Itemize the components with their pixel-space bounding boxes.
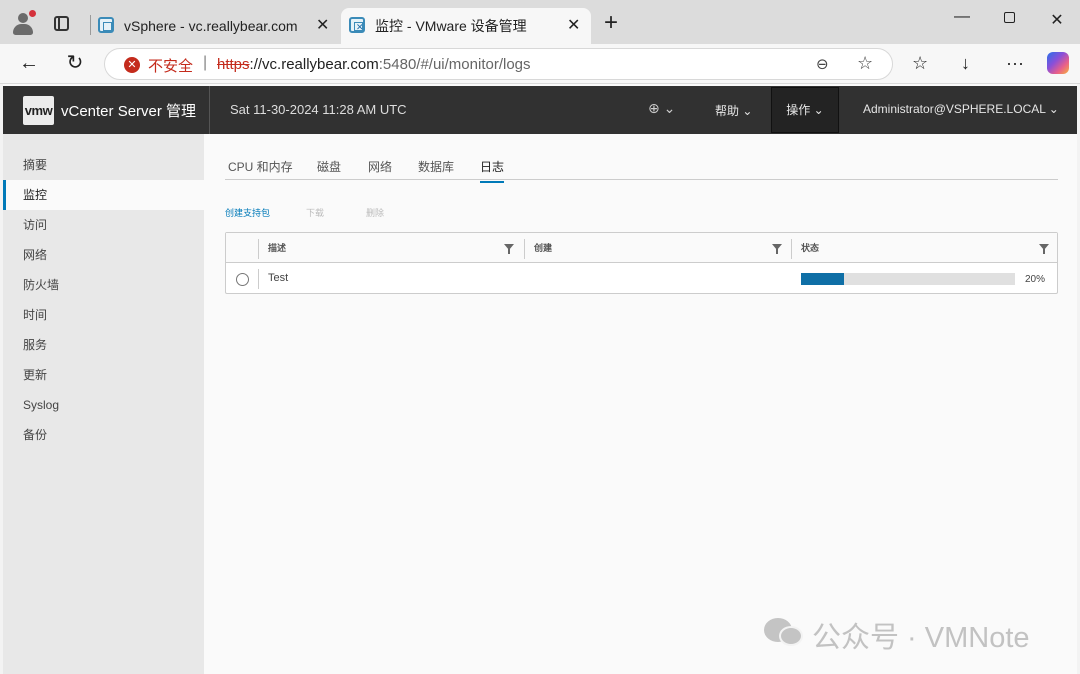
copilot-icon[interactable]: [1047, 52, 1069, 74]
security-label[interactable]: 不安全: [148, 55, 193, 76]
monitor-tabs: CPU 和内存 磁盘 网络 数据库 日志: [225, 150, 1058, 183]
chevron-down-icon: ⌄: [1045, 102, 1059, 116]
profile-icon[interactable]: [10, 10, 36, 36]
url-protocol: https: [217, 56, 250, 73]
address-bar[interactable]: ✕ 不安全 | https://vc.reallybear.com:5480/#…: [104, 48, 893, 80]
filter-icon[interactable]: [1039, 244, 1049, 254]
browser-tab-title: 监控 - VMware 设备管理: [375, 18, 527, 34]
chevron-down-icon: ⌄: [739, 104, 753, 118]
browser-toolbar: ← ↻ ✕ 不安全 | https://vc.reallybear.com:54…: [0, 44, 1080, 84]
browser-tab-title: vSphere - vc.reallybear.com - 摘要: [124, 18, 302, 34]
user-menu[interactable]: Administrator@VSPHERE.LOCAL ⌄: [863, 102, 1059, 116]
actions-menu-label: 操作: [786, 103, 811, 117]
sidebar-item-network[interactable]: 网络: [3, 240, 204, 270]
sidebar-item-update[interactable]: 更新: [3, 360, 204, 390]
download-button[interactable]: 下载: [306, 206, 324, 219]
address-separator: |: [203, 54, 208, 71]
url-path: :5480/#/ui/monitor/logs: [378, 56, 531, 73]
actions-menu[interactable]: 操作 ⌄: [771, 87, 839, 133]
header-datetime: Sat 11-30-2024 11:28 AM UTC: [230, 102, 407, 117]
favorites-list-icon[interactable]: ☆: [912, 53, 928, 73]
not-secure-icon[interactable]: ✕: [124, 57, 140, 73]
help-menu[interactable]: 帮助 ⌄: [715, 102, 752, 119]
sidebar-item-summary[interactable]: 摘要: [3, 150, 204, 180]
watermark: 公众号 · VMNote: [764, 612, 1064, 654]
column-divider: [258, 269, 259, 289]
app-title: vCenter Server 管理: [61, 103, 197, 120]
vsphere-favicon-icon: [98, 17, 114, 33]
sidebar-item-syslog[interactable]: Syslog: [3, 390, 204, 420]
sidebar-item-firewall[interactable]: 防火墙: [3, 270, 204, 300]
browser-tab-strip: vSphere - vc.reallybear.com - 摘要 ✕ 监控 - …: [0, 0, 1080, 44]
sidebar-item-monitor[interactable]: 监控: [3, 180, 204, 210]
row-select-radio[interactable]: [236, 273, 249, 286]
sidebar-item-services[interactable]: 服务: [3, 330, 204, 360]
create-support-bundle-button[interactable]: 创建支持包: [225, 206, 270, 219]
row-description: Test: [268, 272, 289, 284]
close-tab-icon[interactable]: ✕: [567, 15, 580, 35]
watermark-text: 公众号 · VMNote: [812, 622, 1030, 654]
tab-cpu-memory[interactable]: CPU 和内存: [228, 158, 293, 181]
delete-button[interactable]: 删除: [366, 206, 384, 219]
column-divider: [258, 239, 259, 259]
sidebar-nav: 摘要 监控 访问 网络 防火墙 时间 服务 更新 Syslog 备份: [3, 134, 204, 674]
back-arrow-icon[interactable]: ←: [17, 52, 41, 74]
column-header-status[interactable]: 状态: [801, 241, 819, 254]
language-globe-icon[interactable]: ⊕ ⌄: [648, 100, 675, 117]
column-divider: [791, 239, 792, 259]
help-menu-label: 帮助: [715, 104, 740, 118]
maximize-icon[interactable]: [999, 10, 1019, 28]
app-header: vmw vCenter Server 管理 Sat 11-30-2024 11:…: [3, 86, 1077, 134]
tab-database[interactable]: 数据库: [418, 158, 454, 181]
header-divider: [209, 86, 210, 134]
minimize-icon[interactable]: —: [952, 8, 972, 26]
sidebar-item-time[interactable]: 时间: [3, 300, 204, 330]
reload-icon[interactable]: ↻: [63, 52, 87, 74]
column-divider: [524, 239, 525, 259]
tab-logs[interactable]: 日志: [480, 158, 505, 183]
browser-tab-vsphere[interactable]: vSphere - vc.reallybear.com - 摘要 ✕: [90, 8, 340, 44]
filter-icon[interactable]: [504, 244, 514, 254]
tab-disks[interactable]: 磁盘: [317, 158, 341, 181]
user-menu-label: Administrator@VSPHERE.LOCAL: [863, 102, 1046, 116]
close-tab-icon[interactable]: ✕: [316, 15, 329, 35]
status-progress-bar: [801, 273, 1015, 285]
sidebar-item-backup[interactable]: 备份: [3, 420, 204, 450]
column-header-created[interactable]: 创建: [534, 241, 552, 254]
more-options-icon[interactable]: ···: [1006, 53, 1024, 73]
download-icon[interactable]: ↓: [961, 53, 970, 73]
tab-network[interactable]: 网络: [368, 158, 392, 181]
wechat-icon: [764, 618, 804, 648]
url-text[interactable]: https://vc.reallybear.com:5480/#/ui/moni…: [217, 56, 531, 73]
table-row[interactable]: Test 20%: [226, 264, 1057, 294]
filter-icon[interactable]: [772, 244, 782, 254]
url-host: ://vc.reallybear.com: [249, 56, 379, 73]
favorite-star-icon[interactable]: ☆: [857, 53, 873, 74]
browser-tab-monitor[interactable]: 监控 - VMware 设备管理 ✕: [341, 8, 591, 44]
sidebar-item-access[interactable]: 访问: [3, 210, 204, 240]
chevron-down-icon: ⌄: [810, 103, 824, 117]
window-close-icon[interactable]: ✕: [1047, 10, 1067, 30]
column-header-description[interactable]: 描述: [268, 241, 286, 254]
tab-actions-icon[interactable]: [54, 16, 69, 31]
support-bundle-grid: 描述 创建 状态 Test 20%: [225, 232, 1058, 294]
progress-percent: 20%: [1025, 274, 1046, 285]
vmware-favicon-icon: [349, 17, 365, 33]
progress-fill: [801, 273, 844, 285]
vmware-logo: vmw: [23, 96, 54, 125]
grid-header: 描述 创建 状态: [226, 233, 1057, 263]
zoom-out-icon[interactable]: ⊖: [816, 55, 829, 73]
new-tab-icon[interactable]: +: [604, 10, 618, 36]
